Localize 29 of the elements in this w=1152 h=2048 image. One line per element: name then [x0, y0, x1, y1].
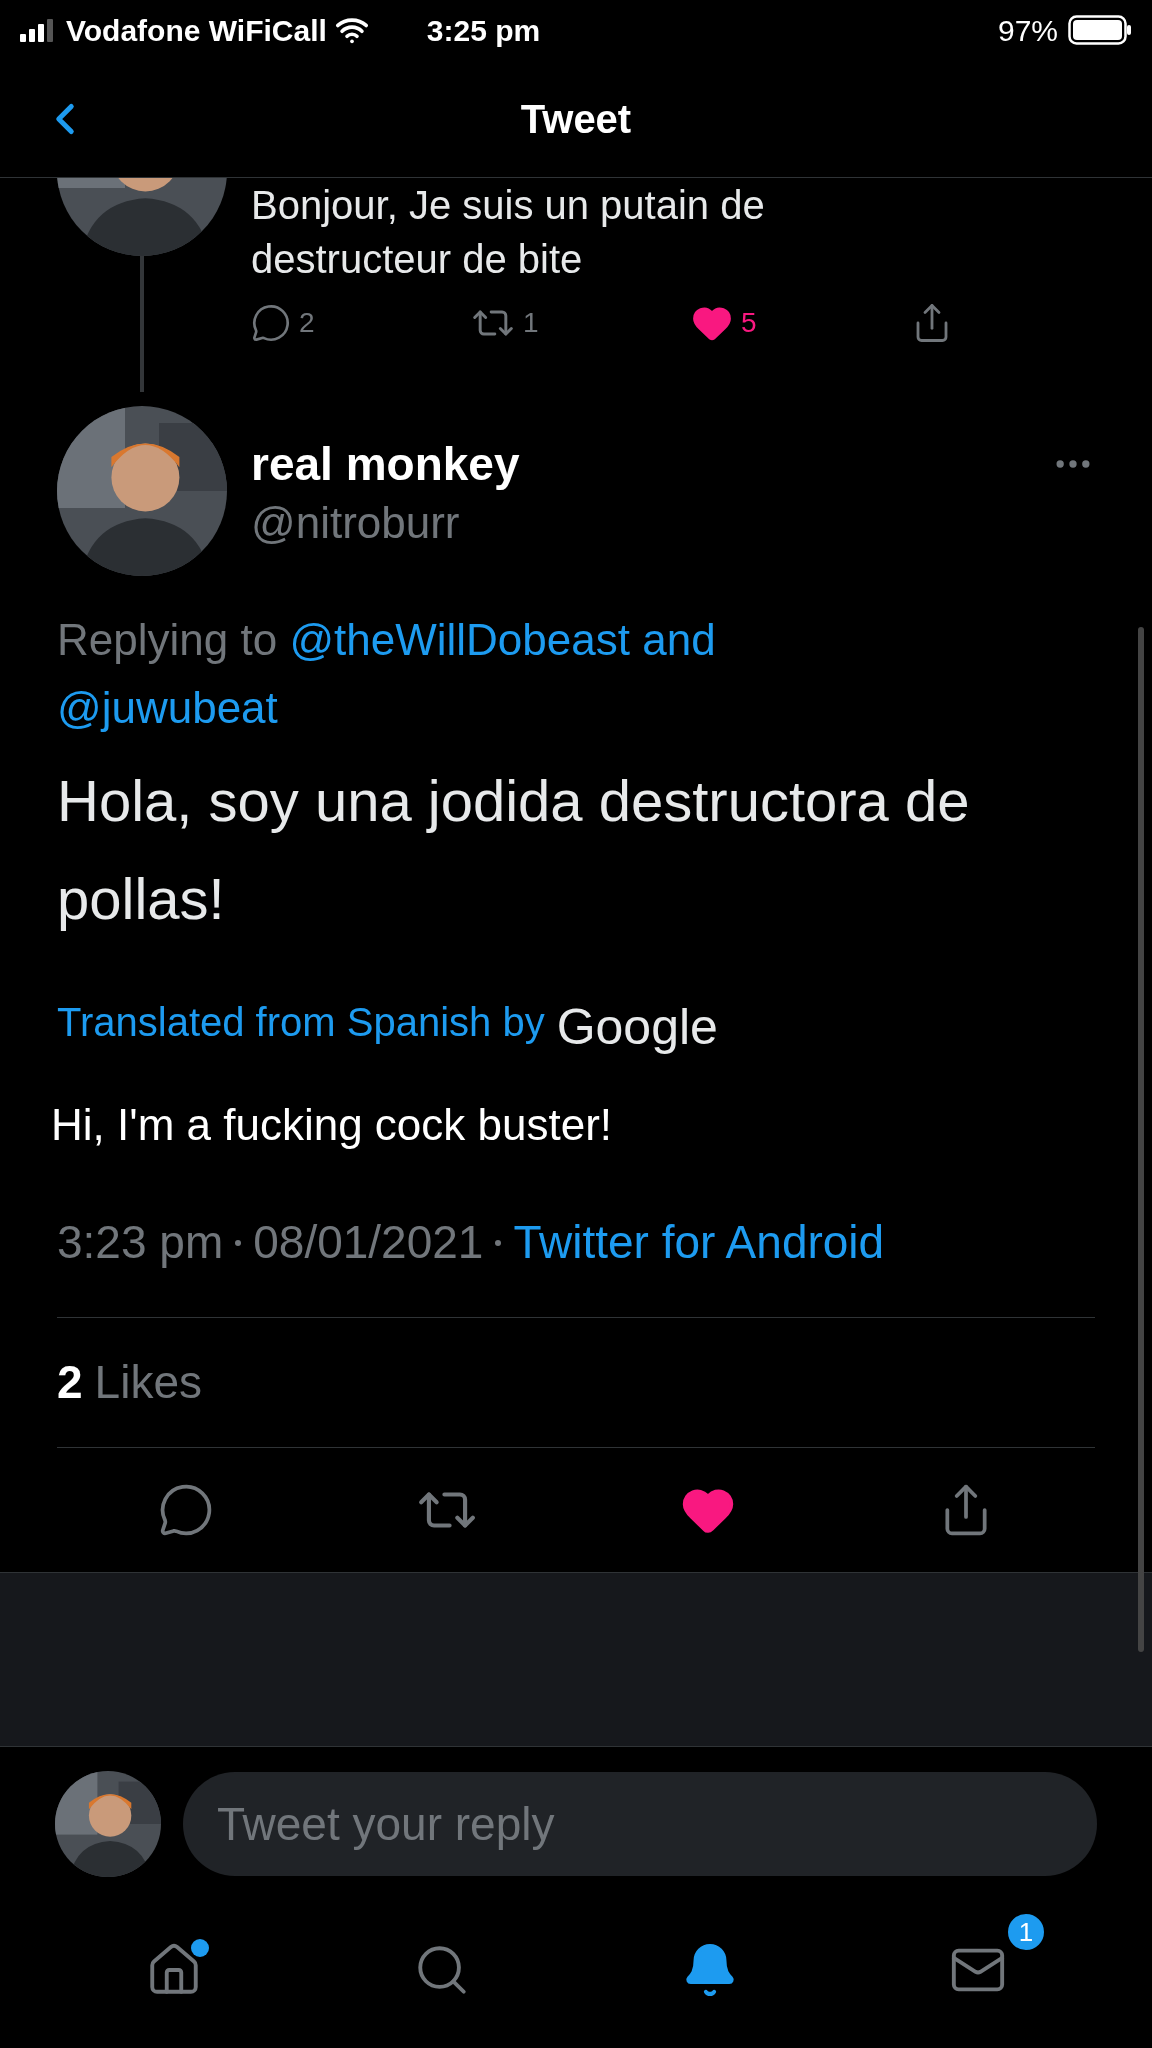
reply-icon[interactable]: [158, 1482, 214, 1538]
reply-icon[interactable]: [251, 303, 291, 343]
likes-count: 2: [57, 1355, 83, 1410]
like-count: 5: [741, 306, 757, 340]
tweet-date: 08/01/2021: [253, 1215, 484, 1270]
google-wordmark: Google: [556, 1002, 718, 1052]
carrier-name: Vodafone WiFiCall: [66, 12, 327, 49]
translation-link[interactable]: Translated from Spanish by: [57, 992, 545, 1052]
mention-link[interactable]: @theWillDobeast: [289, 615, 630, 664]
signal-icon: [20, 18, 54, 42]
replying-to-text: Replying to @theWillDobeast and @juwubeat: [57, 614, 717, 734]
translated-text: Hi, I'm a fucking cock buster!: [51, 1099, 614, 1151]
display-name[interactable]: real monkey: [251, 436, 520, 492]
mention-link[interactable]: @juwubeat: [57, 683, 278, 732]
user-handle[interactable]: @nitroburr: [251, 492, 520, 554]
battery-percent: 97%: [997, 12, 1058, 49]
likes-label[interactable]: Likes: [94, 1348, 202, 1417]
tweet-text-line: Bonjour, Je suis un putain de: [251, 182, 766, 229]
reply-count: 2: [299, 306, 315, 340]
tweet-text: Hola, soy una jodida destructora de pollas!: [57, 767, 971, 933]
battery-icon: [1068, 15, 1132, 45]
status-time: 3:25 pm: [426, 12, 541, 49]
retweet-count: 1: [523, 306, 539, 340]
reply-field[interactable]: Tweet your reply: [183, 1772, 1097, 1876]
unread-badge: 1: [1005, 1911, 1047, 1953]
tweet-text-line: destructeur de bite: [251, 236, 584, 283]
source-link[interactable]: Twitter for Android: [513, 1208, 885, 1277]
tweet-time: 3:23 pm: [57, 1215, 224, 1270]
header-title: Tweet: [520, 95, 632, 143]
